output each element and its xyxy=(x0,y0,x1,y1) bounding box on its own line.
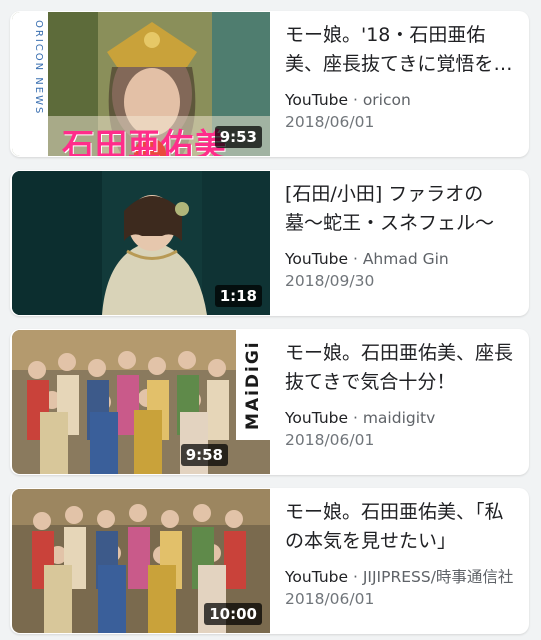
video-card[interactable]: ORICON NEWS 石田亜佑美 9:53 モー娘。'18・石田亜佑美、座長抜… xyxy=(10,11,529,157)
channel-name: oricon xyxy=(362,91,411,109)
video-info: モー娘。石田亜佑美、座長抜てきで気合十分！ YouTube · maidigit… xyxy=(285,339,520,451)
video-title[interactable]: [石田/小田] ファラオの墓〜蛇王・スネフェル〜 xyxy=(285,180,520,238)
video-title[interactable]: モー娘。石田亜佑美、「私の本気を見せたい」 xyxy=(285,498,520,556)
video-thumbnail[interactable]: ORICON NEWS 石田亜佑美 9:53 xyxy=(12,12,270,156)
video-title[interactable]: モー娘。石田亜佑美、座長抜てきで気合十分！ xyxy=(285,339,520,397)
video-meta: YouTube · oricon xyxy=(285,89,520,111)
video-thumbnail[interactable]: MAiDiGi 9:58 xyxy=(12,330,270,474)
watermark-text: MAiDiGi xyxy=(236,330,270,440)
meta-separator: · xyxy=(352,409,363,427)
upload-date: 2018/06/01 xyxy=(285,113,375,131)
video-meta: YouTube · Ahmad Gin xyxy=(285,248,520,270)
source-label: YouTube xyxy=(285,568,349,586)
source-label: YouTube xyxy=(285,91,349,109)
video-thumbnail[interactable]: 1:18 xyxy=(12,171,270,315)
upload-date: 2018/09/30 xyxy=(285,272,375,290)
video-card[interactable]: 10:00 モー娘。石田亜佑美、「私の本気を見せたい」 YouTube · JI… xyxy=(10,488,529,634)
video-thumbnail[interactable]: 10:00 xyxy=(12,489,270,633)
watermark-strip: ORICON NEWS xyxy=(12,12,166,156)
thumbnail-image xyxy=(12,330,270,474)
meta-separator: · xyxy=(352,568,363,586)
thumbnail-caption: 石田亜佑美 xyxy=(62,126,228,156)
video-info: モー娘。石田亜佑美、「私の本気を見せたい」 YouTube · JIJIPRES… xyxy=(285,498,520,610)
upload-date: 2018/06/01 xyxy=(285,431,375,449)
channel-name: maidigitv xyxy=(362,409,436,427)
video-info: [石田/小田] ファラオの墓〜蛇王・スネフェル〜 YouTube · Ahmad… xyxy=(285,180,520,292)
duration-badge: 9:58 xyxy=(180,444,228,466)
watermark-text: ORICON NEWS xyxy=(33,20,44,116)
video-card[interactable]: MAiDiGi 9:58 モー娘。石田亜佑美、座長抜てきで気合十分！ YouTu… xyxy=(10,329,529,475)
source-label: YouTube xyxy=(285,409,349,427)
meta-separator: · xyxy=(352,250,363,268)
video-meta: YouTube · maidigitv xyxy=(285,407,520,429)
duration-badge: 10:00 xyxy=(204,603,262,625)
duration-badge: 9:53 xyxy=(214,126,262,148)
video-info: モー娘。'18・石田亜佑美、座長抜てきに覚悟を見せる YouTube · ori… xyxy=(285,21,520,133)
video-meta: YouTube · JIJIPRESS/時事通信社 xyxy=(285,566,520,588)
duration-badge: 1:18 xyxy=(214,285,262,307)
source-label: YouTube xyxy=(285,250,349,268)
video-title[interactable]: モー娘。'18・石田亜佑美、座長抜てきに覚悟を見せる xyxy=(285,21,520,79)
video-results-list: ORICON NEWS 石田亜佑美 9:53 モー娘。'18・石田亜佑美、座長抜… xyxy=(0,0,541,640)
channel-name: JIJIPRESS/時事通信社 xyxy=(362,568,514,586)
upload-date: 2018/06/01 xyxy=(285,590,375,608)
channel-name: Ahmad Gin xyxy=(362,250,449,268)
meta-separator: · xyxy=(352,91,363,109)
video-card[interactable]: 1:18 [石田/小田] ファラオの墓〜蛇王・スネフェル〜 YouTube · … xyxy=(10,170,529,316)
